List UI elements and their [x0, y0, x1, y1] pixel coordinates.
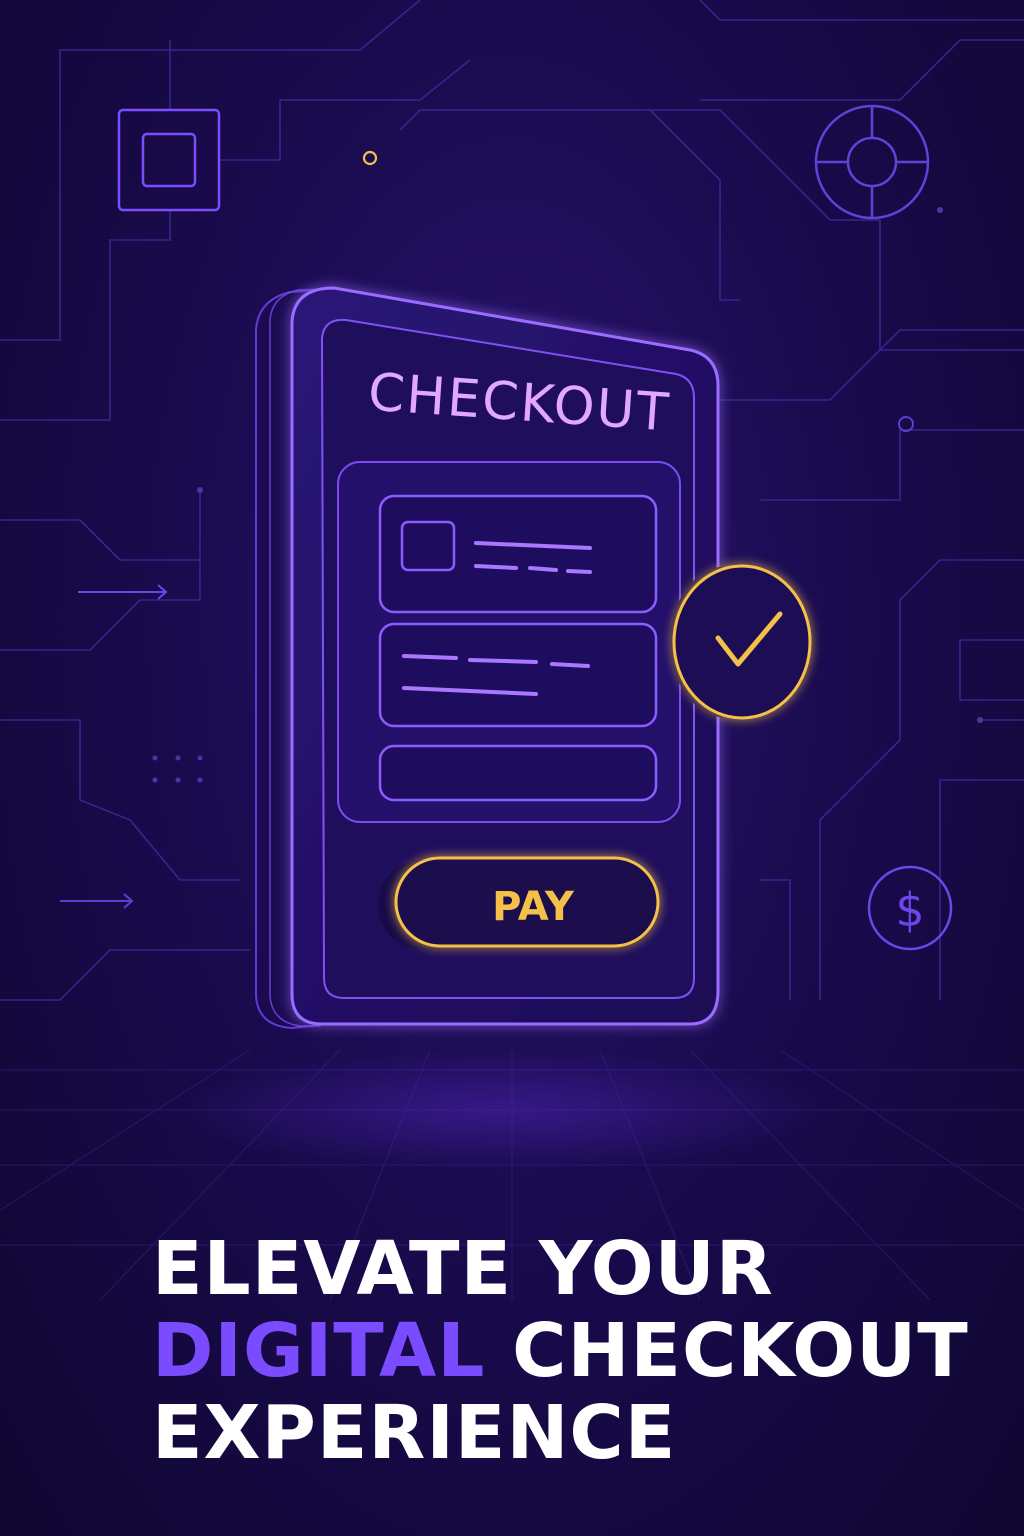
headline-line-1: ELEVATE YOUR [152, 1226, 774, 1312]
pay-label: PAY [492, 884, 575, 930]
headline-accent: DIGITAL [152, 1308, 486, 1394]
check-icon [670, 564, 812, 720]
headline: ELEVATE YOUR DIGITAL CHECKOUT EXPERIENCE [152, 1228, 992, 1474]
headline-line-3: EXPERIENCE [152, 1390, 677, 1476]
headline-line-2-rest: CHECKOUT [512, 1308, 969, 1394]
additional-field[interactable] [378, 744, 658, 802]
card-details-field[interactable] [378, 622, 658, 728]
headline-line-2: DIGITAL CHECKOUT [152, 1310, 992, 1392]
pay-button[interactable]: PAY [378, 856, 660, 950]
card-number-field[interactable] [378, 494, 658, 614]
